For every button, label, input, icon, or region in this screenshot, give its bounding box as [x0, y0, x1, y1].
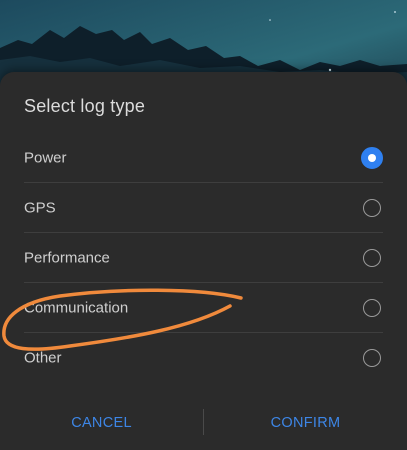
select-log-type-dialog: Select log type Power GPS Performance Co… — [0, 72, 407, 450]
option-communication[interactable]: Communication — [0, 283, 407, 333]
option-other[interactable]: Other — [0, 333, 407, 383]
confirm-button[interactable]: CONFIRM — [204, 405, 407, 441]
cancel-button[interactable]: CANCEL — [0, 405, 203, 441]
dialog-title: Select log type — [24, 96, 146, 116]
option-label: Communication — [24, 299, 129, 317]
radio-unselected-icon[interactable] — [363, 199, 381, 217]
option-label: GPS — [24, 199, 56, 217]
screen: Select log type Power GPS Performance Co… — [0, 0, 407, 450]
option-power[interactable]: Power — [0, 133, 407, 183]
radio-selected-icon[interactable] — [361, 147, 383, 169]
option-label: Performance — [24, 249, 110, 267]
radio-unselected-icon[interactable] — [363, 349, 381, 367]
dialog-buttons: CANCEL CONFIRM — [0, 405, 407, 441]
radio-unselected-icon[interactable] — [363, 299, 381, 317]
option-label: Power — [24, 149, 67, 167]
option-gps[interactable]: GPS — [0, 183, 407, 233]
option-performance[interactable]: Performance — [0, 233, 407, 283]
option-label: Other — [24, 349, 62, 367]
radio-unselected-icon[interactable] — [363, 249, 381, 267]
log-type-options: Power GPS Performance Communication Othe — [0, 133, 407, 383]
